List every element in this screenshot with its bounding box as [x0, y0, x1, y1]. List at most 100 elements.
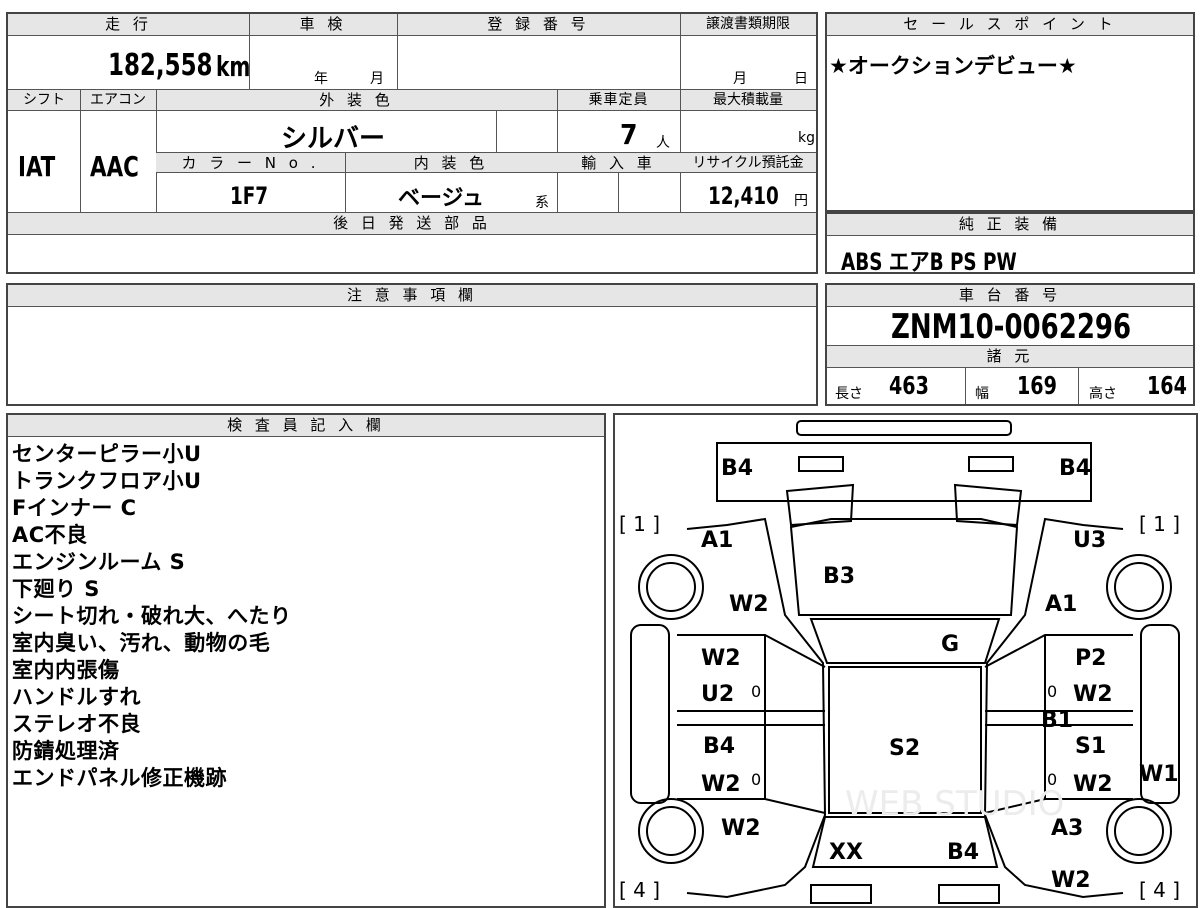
- caution-header: 注 意 事 項 欄: [8, 285, 816, 307]
- mark-w2-left-rear-door: W2: [701, 772, 741, 797]
- chassis-box: 車 台 番 号 ZNM10-0062296 諸 元 長さ 463 幅 169 高…: [825, 283, 1195, 406]
- sales-point-header: セ ー ル ス ポ イ ン ト: [827, 14, 1193, 36]
- mark-a1-left: A1: [701, 528, 733, 553]
- header-capacity: 乗車定員: [557, 90, 680, 111]
- mark-w2-left-front-door: W2: [701, 646, 741, 671]
- spec-height-value: 164: [1147, 371, 1187, 400]
- mark-b1-right-pillar: B1: [1041, 708, 1073, 733]
- header-mileage: 走 行: [8, 14, 249, 36]
- inspector-note-item: 室内臭い、汚れ、動物の毛: [12, 631, 271, 655]
- inspector-note-item: Fインナー C: [12, 496, 137, 520]
- inspector-note-item: 室内内張傷: [12, 658, 120, 682]
- shift-value: IAT: [18, 150, 56, 183]
- inspector-note-item: エンドパネル修正機跡: [12, 766, 227, 790]
- mileage-unit: km: [216, 50, 251, 83]
- interior-color-value: ベージュ: [398, 186, 485, 211]
- equipment-box: 純 正 装 備 ABS エアB PS PW: [825, 212, 1195, 276]
- chassis-number: ZNM10-0062296: [891, 307, 1132, 347]
- spec-width-value: 169: [1017, 371, 1057, 400]
- header-interior-color: 内 装 色: [345, 153, 557, 173]
- mark-s2-roof: S2: [889, 736, 920, 761]
- specs-header: 諸 元: [827, 346, 1193, 368]
- header-recycle: リサイクル預託金: [680, 153, 816, 173]
- recycle-unit: 円: [794, 193, 808, 209]
- spec-width-label: 幅: [975, 386, 989, 402]
- mark-w2-right-front-door: W2: [1073, 682, 1113, 707]
- inspector-note-item: エンジンルーム S: [12, 550, 186, 574]
- header-exterior-color: 外 装 色: [156, 90, 557, 111]
- tire-count-left-bottom: [ 4 ]: [619, 878, 660, 902]
- aircon-value: AAC: [90, 150, 139, 183]
- header-registration: 登 録 番 号: [397, 14, 680, 36]
- zero-mark: 0: [1047, 682, 1057, 701]
- mark-xx-rear-glass: XX: [829, 840, 863, 865]
- header-later-parts: 後 日 発 送 部 品: [8, 213, 816, 235]
- chassis-header: 車 台 番 号: [827, 285, 1193, 307]
- capacity-unit: 人: [656, 135, 670, 151]
- mark-s1-right-rear-door: S1: [1075, 734, 1106, 759]
- spec-height-label: 高さ: [1089, 386, 1117, 402]
- zero-mark: 0: [1047, 770, 1057, 789]
- header-max-load: 最大積載量: [680, 90, 816, 111]
- header-color-no: カ ラ ー N o .: [156, 153, 345, 173]
- mark-w1-right-side: W1: [1139, 762, 1179, 787]
- mark-w2-left-quarter: W2: [721, 816, 761, 841]
- inspector-note-item: センターピラー小U: [12, 442, 202, 466]
- mark-g-windshield: G: [941, 632, 959, 657]
- spec-length-value: 463: [889, 371, 929, 400]
- inspector-note-item: ステレオ不良: [12, 712, 141, 736]
- inspector-note-item: 防錆処理済: [12, 739, 120, 763]
- mark-a3-right-quarter: A3: [1051, 816, 1083, 841]
- mark-w2-right-rear: W2: [1051, 868, 1091, 893]
- mark-b4-top-right: B4: [1059, 456, 1091, 481]
- max-load-unit: kg: [798, 130, 815, 146]
- inspector-note-item: 下廻り S: [12, 577, 100, 601]
- car-diagram-box: [ 1 ] [ 1 ] [ 4 ] [ 4 ] WEB STUDIO B4 B4 A1 U3 B3…: [613, 413, 1198, 908]
- exterior-color-value: シルバー: [281, 124, 386, 154]
- inspection-month-unit: 月: [370, 71, 384, 87]
- inspection-year-unit: 年: [314, 71, 328, 87]
- spec-length-label: 長さ: [835, 386, 863, 402]
- mark-a1-right-fender: A1: [1045, 592, 1077, 617]
- inspector-notes: センターピラー小U トランクフロア小U Fインナー C AC不良エンジンルーム S 下廻…: [12, 441, 292, 792]
- mark-b3-hood: B3: [823, 564, 855, 589]
- inspector-note-item: シート切れ・破れ大、へたり: [12, 604, 292, 628]
- inspector-note-item: ハンドルすれ: [12, 685, 141, 709]
- zero-mark: 0: [751, 682, 761, 701]
- header-import: 輸 入 車: [557, 153, 680, 173]
- equipment-items: ABS エアB PS PW: [841, 248, 1017, 276]
- caution-box: 注 意 事 項 欄: [6, 283, 818, 406]
- capacity-value: 7: [620, 118, 638, 151]
- mark-u2-left-front-door: U2: [701, 682, 734, 707]
- header-shift: シフト: [8, 90, 80, 111]
- recycle-value: 12,410: [708, 182, 779, 210]
- inspector-note-item: トランクフロア小U: [12, 469, 202, 493]
- mark-w2-left-fender: W2: [729, 592, 769, 617]
- inspector-header: 検 査 員 記 入 欄: [8, 415, 604, 437]
- sales-point-text: ★オークションデビュー★: [829, 54, 1077, 78]
- header-aircon: エアコン: [80, 90, 156, 111]
- inspector-box: 検 査 員 記 入 欄 センターピラー小U トランクフロア小U Fインナー C AC不…: [6, 413, 606, 908]
- watermark: WEB STUDIO: [845, 784, 1064, 824]
- header-inspection: 車 検: [249, 14, 397, 36]
- zero-mark: 0: [751, 770, 761, 789]
- inspector-note-item: AC不良: [12, 523, 88, 547]
- header-transfer-deadline: 譲渡書類期限: [680, 14, 816, 36]
- car-diagram: [ 1 ] [ 1 ] [ 4 ] [ 4 ] WEB STUDIO B4 B4 A1 U3 B3…: [619, 420, 1180, 904]
- mark-b4-left-rear-door: B4: [703, 734, 735, 759]
- sales-point-box: セ ー ル ス ポ イ ン ト ★オークションデビュー★: [825, 12, 1195, 212]
- deadline-day-unit: 日: [794, 71, 808, 87]
- mileage-value: 182,558: [108, 48, 213, 83]
- interior-color-suffix: 系: [535, 195, 549, 211]
- color-no-value: 1F7: [230, 182, 269, 210]
- tire-count-left-top: [ 1 ]: [619, 512, 660, 536]
- mark-b4-top-left: B4: [721, 456, 753, 481]
- equipment-header: 純 正 装 備: [827, 214, 1193, 236]
- mark-u3-right: U3: [1073, 528, 1106, 553]
- mark-p2-right-front-door: P2: [1075, 646, 1106, 671]
- tire-count-right-bottom: [ 4 ]: [1139, 878, 1180, 902]
- mark-b4-trunk: B4: [947, 840, 979, 865]
- mark-w2-right-rear-door: W2: [1073, 772, 1113, 797]
- deadline-month-unit: 月: [733, 71, 747, 87]
- vehicle-info-block: 走 行 車 検 登 録 番 号 譲渡書類期限 182,558 km 年 月 月 …: [6, 12, 818, 274]
